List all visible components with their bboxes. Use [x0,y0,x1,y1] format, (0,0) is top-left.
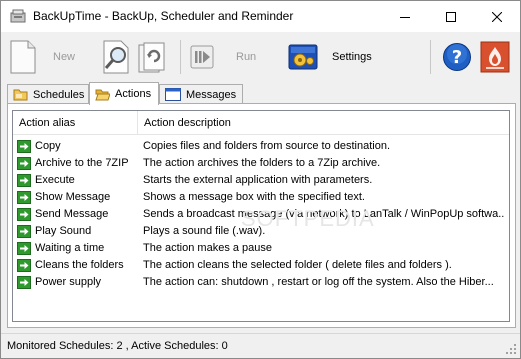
settings-label: Settings [332,51,372,63]
action-description-cell: Plays a sound file (.wav). [143,225,266,237]
action-description-cell: The action archives the folders to a 7Zi… [143,157,381,169]
action-alias-text: Show Message [35,191,111,203]
tab-messages-label: Messages [186,88,237,101]
green-arrow-icon [17,276,31,289]
magnifier-document-icon [101,40,133,74]
table-row[interactable]: Play Sound Plays a sound file (.wav). [13,223,509,240]
action-alias-text: Execute [35,174,75,186]
about-button[interactable] [480,36,510,78]
tab-messages[interactable]: Messages [159,84,243,104]
folder-open-icon [95,88,110,101]
toolbar-separator [430,40,431,74]
green-arrow-icon [17,157,31,170]
action-description-cell: The action can: shutdown , restart or lo… [143,276,494,288]
window-icon [165,88,181,101]
green-arrow-icon [17,242,31,255]
app-brand-icon [480,41,510,73]
close-icon [492,11,502,22]
run-button[interactable]: Run [190,36,256,78]
table-row[interactable]: Archive to the 7ZIP The action archives t… [13,155,509,172]
action-alias-cell: Archive to the 7ZIP [17,155,137,172]
toolbar: New Run Settings ? [1,32,520,83]
settings-gear-icon [288,43,318,71]
action-alias-cell: Power supply [17,274,137,291]
action-alias-cell: Cleans the folders [17,257,137,274]
refresh-icon [137,40,167,74]
maximize-button[interactable] [428,1,474,32]
green-arrow-icon [17,225,31,238]
table-row[interactable]: Execute Starts the external application w… [13,172,509,189]
run-label: Run [236,51,257,63]
status-text: Monitored Schedules: 2 , Active Schedule… [7,340,228,352]
window-title: BackUpTime - BackUp, Scheduler and Remin… [33,9,294,23]
actions-panel: Action alias Action description Copy Copi… [7,103,516,328]
maximize-icon [446,11,456,22]
action-alias-text: Archive to the 7ZIP [35,157,129,169]
action-description-cell: The action makes a pause [143,242,273,254]
new-button[interactable]: New [9,36,75,78]
green-arrow-icon [17,208,31,221]
table-row[interactable]: Waiting a time The action makes a pause [13,240,509,257]
action-alias-text: Power supply [35,276,102,288]
table-row[interactable]: Cleans the folders The action cleans the … [13,257,509,274]
new-label: New [53,51,76,63]
action-alias-cell: Waiting a time [17,240,137,257]
action-alias-text: Copy [35,140,61,152]
table-row[interactable]: Show Message Shows a message box with the… [13,189,509,206]
settings-button[interactable]: Settings [288,36,372,78]
action-alias-text: Cleans the folders [35,259,124,271]
action-description-cell: The action cleans the selected folder ( … [143,259,452,271]
tab-actions-label: Actions [115,88,152,100]
action-description-cell: Sends a broadcast message (via network) … [143,208,505,220]
action-alias-text: Send Message [35,208,109,220]
tab-schedules[interactable]: Schedules [7,84,89,104]
green-arrow-icon [17,174,31,187]
actions-list[interactable]: Action alias Action description Copy Copi… [12,110,510,322]
app-logo-icon [10,9,26,23]
find-button[interactable] [101,36,133,78]
title-bar[interactable]: BackUpTime - BackUp, Scheduler and Remin… [1,1,520,32]
action-alias-cell: Execute [17,172,137,189]
minimize-button[interactable] [382,1,428,32]
column-header-description[interactable]: Action description [138,111,509,135]
green-arrow-icon [17,140,31,153]
green-arrow-icon [17,259,31,272]
green-arrow-icon [17,191,31,204]
refresh-button[interactable] [137,36,167,78]
table-row[interactable]: Power supply The action can: shutdown , r… [13,274,509,291]
action-description-cell: Shows a message box with the specified t… [143,191,365,203]
list-rows: Copy Copies files and folders from source… [13,138,509,291]
app-window: BackUpTime - BackUp, Scheduler and Remin… [0,0,521,359]
tab-actions[interactable]: Actions [89,82,159,105]
table-row[interactable]: Copy Copies files and folders from source… [13,138,509,155]
action-alias-cell: Show Message [17,189,137,206]
toolbar-separator [180,40,181,74]
action-alias-text: Play Sound [35,225,92,237]
action-alias-cell: Play Sound [17,223,137,240]
list-header: Action alias Action description [13,111,509,135]
action-description-cell: Starts the external application with par… [143,174,373,186]
new-document-icon [9,40,37,74]
tab-schedules-label: Schedules [33,88,85,101]
resize-grip-icon[interactable] [506,344,517,355]
action-alias-text: Waiting a time [35,242,105,254]
svg-text:?: ? [452,47,462,68]
help-button[interactable]: ? [442,36,472,78]
status-bar: Monitored Schedules: 2 , Active Schedule… [1,333,520,358]
table-row[interactable]: Send Message Sends a broadcast message (v… [13,206,509,223]
play-pause-icon [190,45,214,69]
folder-icon [13,88,28,101]
action-alias-cell: Send Message [17,206,137,223]
tab-strip: Schedules Actions Messages [7,82,517,105]
help-question-icon: ? [442,42,472,72]
close-button[interactable] [474,1,520,32]
action-alias-cell: Copy [17,138,137,155]
column-header-alias[interactable]: Action alias [13,111,138,135]
action-description-cell: Copies files and folders from source to … [143,140,391,152]
minimize-icon [400,16,410,18]
